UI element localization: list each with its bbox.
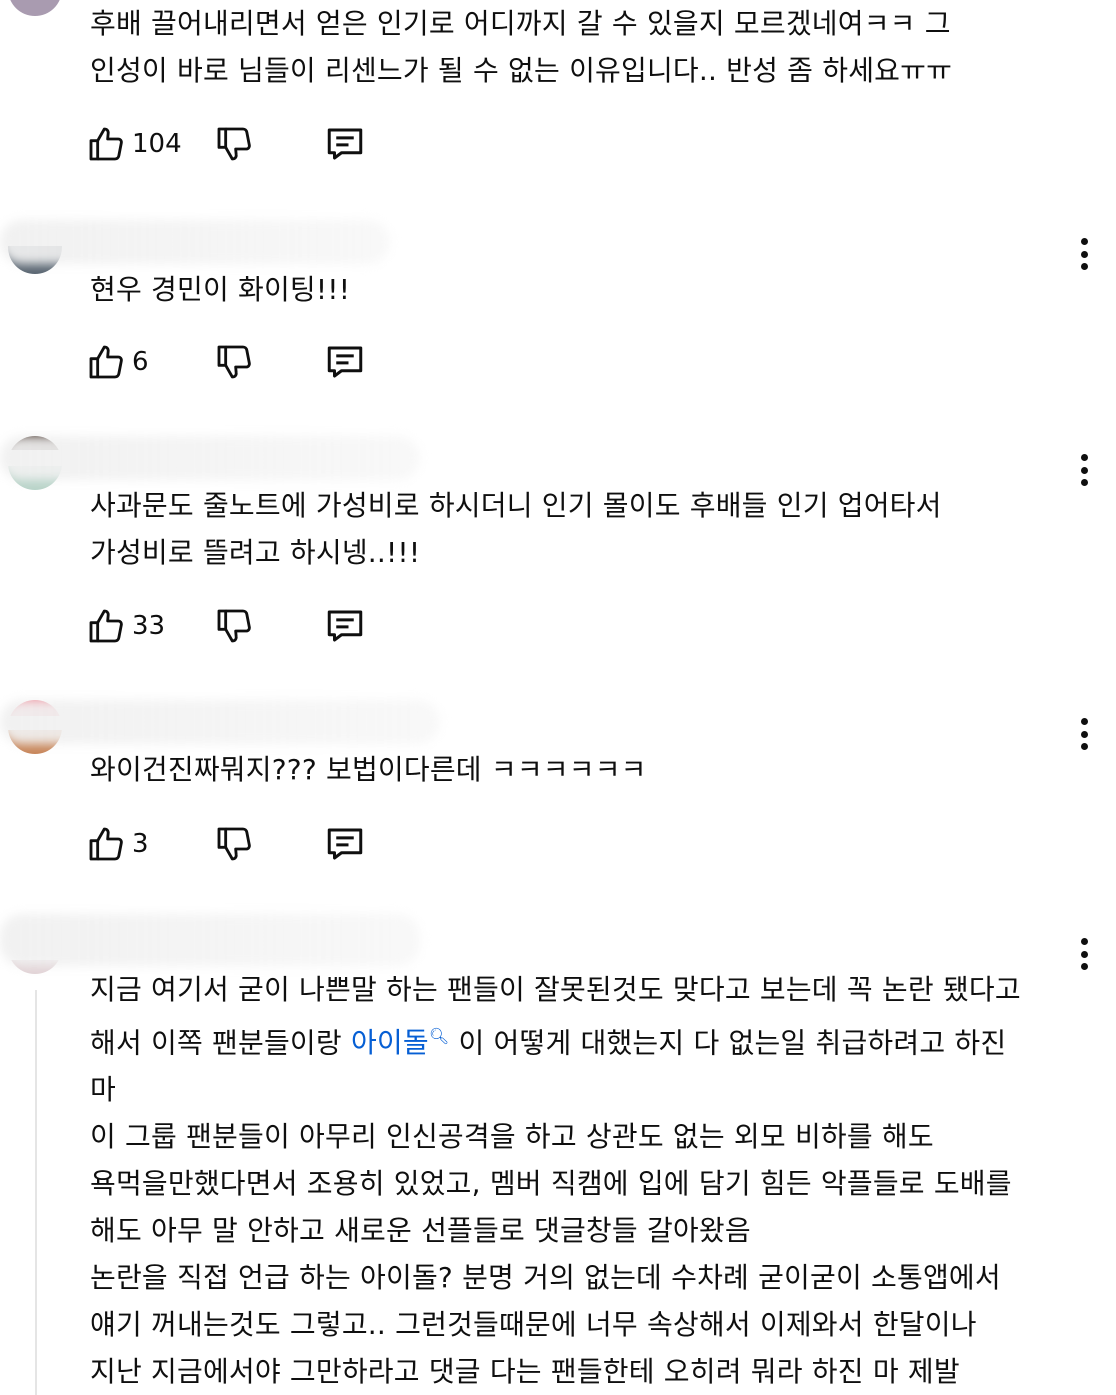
dislike-button[interactable]: [214, 602, 254, 650]
author-name-redacted: [0, 914, 420, 966]
like-button[interactable]: 33: [86, 602, 165, 650]
more-vertical-icon: [1080, 454, 1088, 461]
search-link[interactable]: 아이돌🔍︎: [351, 1026, 449, 1059]
more-options-button[interactable]: [1070, 716, 1098, 752]
more-options-button[interactable]: [1070, 236, 1098, 272]
like-button[interactable]: 6: [86, 338, 149, 386]
thumbs-down-icon: [217, 827, 251, 861]
more-vertical-icon: [1080, 238, 1088, 245]
comment-text: 와이건진짜뭐지??? 보법이다른데 ㅋㅋㅋㅋㅋㅋ: [90, 753, 647, 786]
reply-comment-icon: [327, 346, 363, 378]
reply-comment-icon: [327, 128, 363, 160]
thumbs-down-icon: [217, 609, 251, 643]
search-icon: 🔍︎: [428, 1027, 450, 1046]
reply-comment-icon: [327, 610, 363, 642]
more-options-button[interactable]: [1070, 452, 1098, 488]
dislike-button[interactable]: [214, 338, 254, 386]
like-button[interactable]: 104: [86, 120, 182, 168]
thumbs-up-icon: [89, 127, 123, 161]
thumbs-up-icon: [89, 609, 123, 643]
like-count: 33: [132, 611, 166, 641]
reply-button[interactable]: [324, 602, 366, 650]
like-count: 3: [132, 829, 149, 859]
author-name-redacted: [0, 700, 440, 744]
dislike-button[interactable]: [214, 120, 254, 168]
thumbs-down-icon: [217, 345, 251, 379]
reply-comment-icon: [327, 828, 363, 860]
like-count: 6: [132, 347, 149, 377]
thumbs-up-icon: [89, 827, 123, 861]
thumbs-up-icon: [89, 345, 123, 379]
reply-button[interactable]: [324, 120, 366, 168]
author-name-redacted: [0, 436, 420, 480]
avatar[interactable]: [8, 0, 62, 16]
like-count: 104: [132, 129, 182, 159]
like-button[interactable]: 3: [86, 820, 149, 868]
more-vertical-icon: [1080, 938, 1088, 945]
thumbs-down-icon: [217, 127, 251, 161]
more-vertical-icon: [1080, 718, 1088, 725]
reply-button[interactable]: [324, 820, 366, 868]
thread-line: [35, 990, 37, 1395]
comment-text: 후배 끌어내리면서 얻은 인기로 어디까지 갈 수 있을지 모르겠네여ㅋㅋ 그 …: [90, 7, 953, 87]
comment-text: 현우 경민이 화이팅!!!: [90, 273, 351, 306]
more-options-button[interactable]: [1070, 936, 1098, 972]
dislike-button[interactable]: [214, 820, 254, 868]
reply-button[interactable]: [324, 338, 366, 386]
author-name-redacted: [0, 220, 390, 264]
comment-text: 사과문도 줄노트에 가성비로 하시더니 인기 몰이도 후배들 인기 업어타서 가…: [90, 489, 942, 569]
comment-text: 지금 여기서 굳이 나쁜말 하는 팬들이 잘못된것도 맞다고 보는데 꼭 논란 …: [90, 973, 1021, 1389]
